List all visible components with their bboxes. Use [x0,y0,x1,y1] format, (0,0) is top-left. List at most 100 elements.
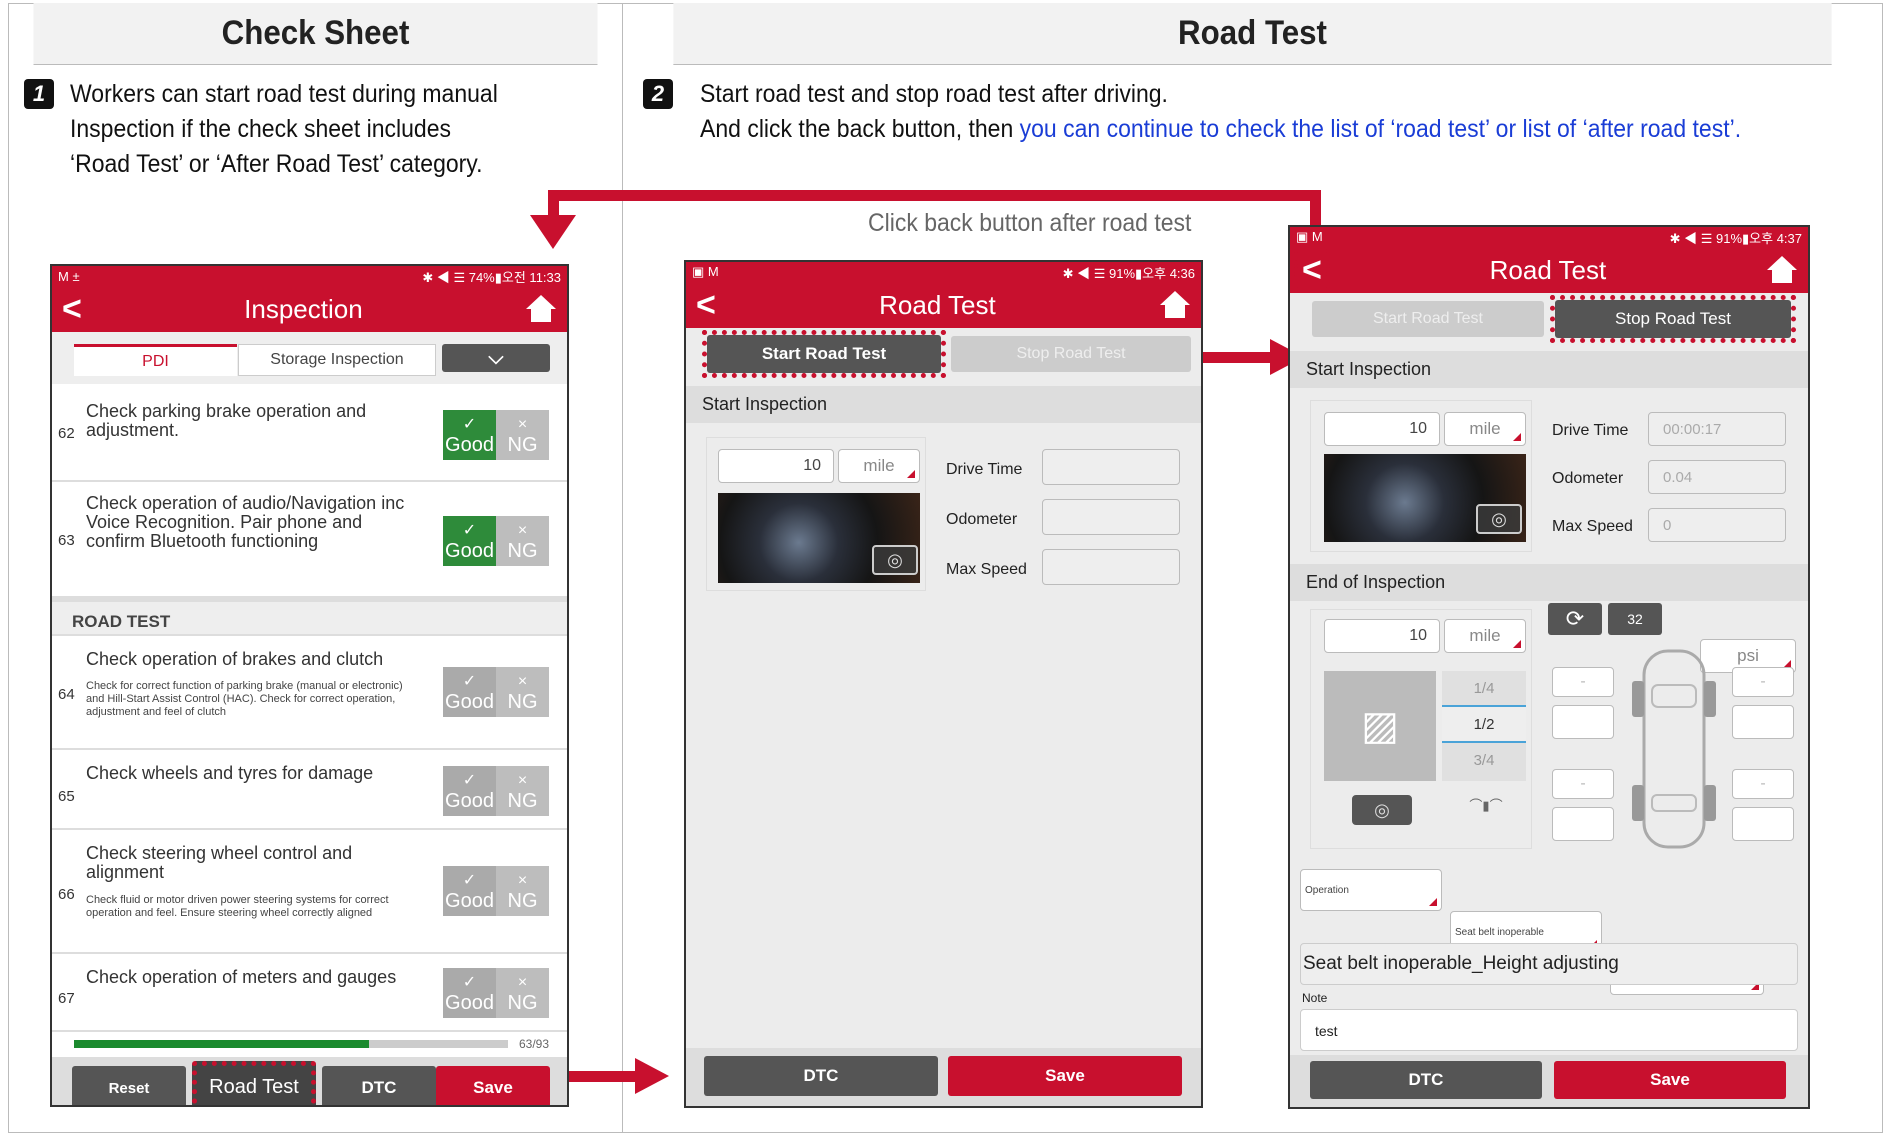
back-icon[interactable]: < [696,288,716,322]
distance-input[interactable]: 10 [718,449,834,483]
list-item: 63 Check operation of audio/Navigation i… [52,482,567,602]
dtc-button[interactable]: DTC [322,1066,436,1105]
section-start-inspection: Start Inspection [1290,351,1808,388]
good-ng-toggle[interactable]: ✓ Good × NG [443,410,549,460]
max-speed-label: Max Speed [1552,518,1633,535]
tab-storage-inspection[interactable]: Storage Inspection [238,344,436,376]
screen-title: Road Test [879,289,996,320]
operation-select[interactable]: Operation [1300,869,1442,911]
unit-select[interactable]: mile [1444,412,1526,446]
status-bar: ▣ M ✱ ◀ ☰ 91%▮오후 4:36 [686,262,1201,282]
chevron-down-icon[interactable]: ⌵ [442,344,550,372]
start-road-test-button[interactable]: Start Road Test [707,335,941,373]
distance-input[interactable]: 10 [1324,412,1440,446]
tab-bar: PDI Storage Inspection ⌵ [52,332,567,384]
camera-icon[interactable]: ◎ [1352,795,1412,825]
tire-fr-input[interactable] [1732,705,1794,739]
good-ng-toggle[interactable]: ✓ Good × NG [443,766,549,816]
road-test-phone-after: ▣ M ✱ ◀ ☰ 91%▮오후 4:37 < Road Test Start R… [1288,225,1810,1109]
app-bar: < Road Test [686,282,1201,328]
step-2-description: Start road test and stop road test after… [700,80,1742,143]
start-inspection-panel: 10 mile ◎ Drive Time Odometer Max Speed [686,423,1201,593]
arrow-back-horizontal [548,190,1321,201]
section-road-test: ROAD TEST [52,602,567,636]
unit-select[interactable]: mile [838,449,920,483]
good-ng-toggle[interactable]: ✓ Good × NG [443,516,549,566]
tab-pdi[interactable]: PDI [74,344,237,376]
stop-highlight: Stop Road Test [1550,295,1796,343]
car-top-view-icon [1632,649,1716,849]
end-inspection-panel: 10 mile ▨ 1/4 1/2 3/4 ◎ ⌒▮⌒ ⟳ 32 psi - -… [1290,601,1808,869]
good-ng-toggle[interactable]: ✓ Good × NG [443,968,549,1018]
tire-pressure-button[interactable]: 32 [1608,603,1662,635]
dtc-button[interactable]: DTC [1310,1061,1542,1099]
start-highlight: Start Road Test [702,330,946,378]
road-test-controls: Stop Road Test Start Road Test [686,328,1201,386]
progress-label: 63/93 [518,1037,549,1051]
image-placeholder-icon[interactable]: ▨ [1324,671,1436,781]
stop-road-test-button[interactable]: Stop Road Test [951,336,1191,372]
save-button[interactable]: Save [948,1056,1182,1096]
camera-icon[interactable]: ◎ [872,545,918,575]
arrow-right-head-icon [635,1058,669,1094]
odometer-field [1042,499,1180,535]
bottom-toolbar: Reset DTC Save Road Test [52,1057,567,1105]
step-1-description: Workers can start road test during manua… [70,80,498,178]
refresh-icon[interactable]: ⟳ [1548,603,1602,635]
note-label: Note [1302,991,1328,1005]
screen-title: Road Test [1489,254,1607,285]
bottom-toolbar: DTC Save [1290,1055,1808,1107]
max-speed-field: 0 [1648,508,1786,542]
progress-fill [74,1040,370,1048]
list-item: 66 Check steering wheel control and alig… [52,830,567,954]
dtc-button[interactable]: DTC [704,1056,938,1096]
home-icon[interactable] [1766,256,1798,284]
reset-button[interactable]: Reset [72,1066,186,1105]
section-end-of-inspection: End of Inspection [1290,564,1808,601]
camera-icon[interactable]: ◎ [1476,504,1522,534]
step-badge-1: 1 [24,79,54,109]
tire-rl-input[interactable] [1552,807,1614,841]
save-button[interactable]: Save [1554,1061,1786,1099]
section-start-inspection: Start Inspection [686,386,1201,423]
start-road-test-button[interactable]: Start Road Test [1312,301,1544,337]
status-bar: ▣ M ✱ ◀ ☰ 91%▮오후 4:37 [1290,227,1808,247]
fuel-gauge-icon: ⌒▮⌒ [1469,798,1503,813]
condition-selects: Operation Seat belt inoperable Height ad… [1290,869,1808,995]
tire-rr-label: - [1732,769,1794,799]
end-unit-select[interactable]: mile [1444,619,1526,653]
status-bar: M ± ✱ ◀ ☰ 74%▮오전 11:33 [52,266,567,286]
back-icon[interactable]: < [62,292,82,326]
good-ng-toggle[interactable]: ✓ Good × NG [443,866,549,916]
progress-area: 63/93 [52,1032,567,1057]
save-button[interactable]: Save [436,1066,550,1105]
end-distance-input[interactable]: 10 [1324,619,1440,653]
tire-rl-label: - [1552,769,1614,799]
note-input[interactable]: test [1300,1009,1798,1051]
fuel-level-picker[interactable]: 1/4 1/2 3/4 [1442,671,1526,781]
home-icon[interactable] [525,295,557,323]
app-bar: < Inspection [52,286,567,332]
header-road-test: Road Test [673,3,1832,65]
home-icon[interactable] [1159,291,1191,319]
drive-time-field: 00:00:17 [1648,412,1786,446]
tire-rr-input[interactable] [1732,807,1794,841]
list-item: 67 Check operation of meters and gauges … [52,954,567,1032]
screen-title: Inspection [244,293,363,324]
list-item: 62 Check parking brake operation and adj… [52,384,567,482]
arrow-down-head-icon [530,215,576,249]
column-divider [622,3,623,1133]
callout-text: Click back button after road test [868,209,1192,237]
tire-fl-input[interactable] [1552,705,1614,739]
back-icon[interactable]: < [1294,249,1330,291]
app-bar: < Road Test [1290,247,1808,293]
road-test-button[interactable]: Road Test [192,1061,316,1105]
odometer-label: Odometer [946,511,1018,528]
start-inspection-panel: 10 mile ◎ Drive Time 00:00:17 Odometer 0… [1290,388,1808,564]
good-ng-toggle[interactable]: ✓ Good × NG [443,667,549,717]
odometer-label: Odometer [1552,470,1624,487]
odometer-field: 0.04 [1648,460,1786,494]
road-test-phone-before: ▣ M ✱ ◀ ☰ 91%▮오후 4:36 < Road Test Stop Ro… [684,260,1203,1108]
tire-fl-label: - [1552,667,1614,697]
stop-road-test-button[interactable]: Stop Road Test [1555,300,1791,338]
